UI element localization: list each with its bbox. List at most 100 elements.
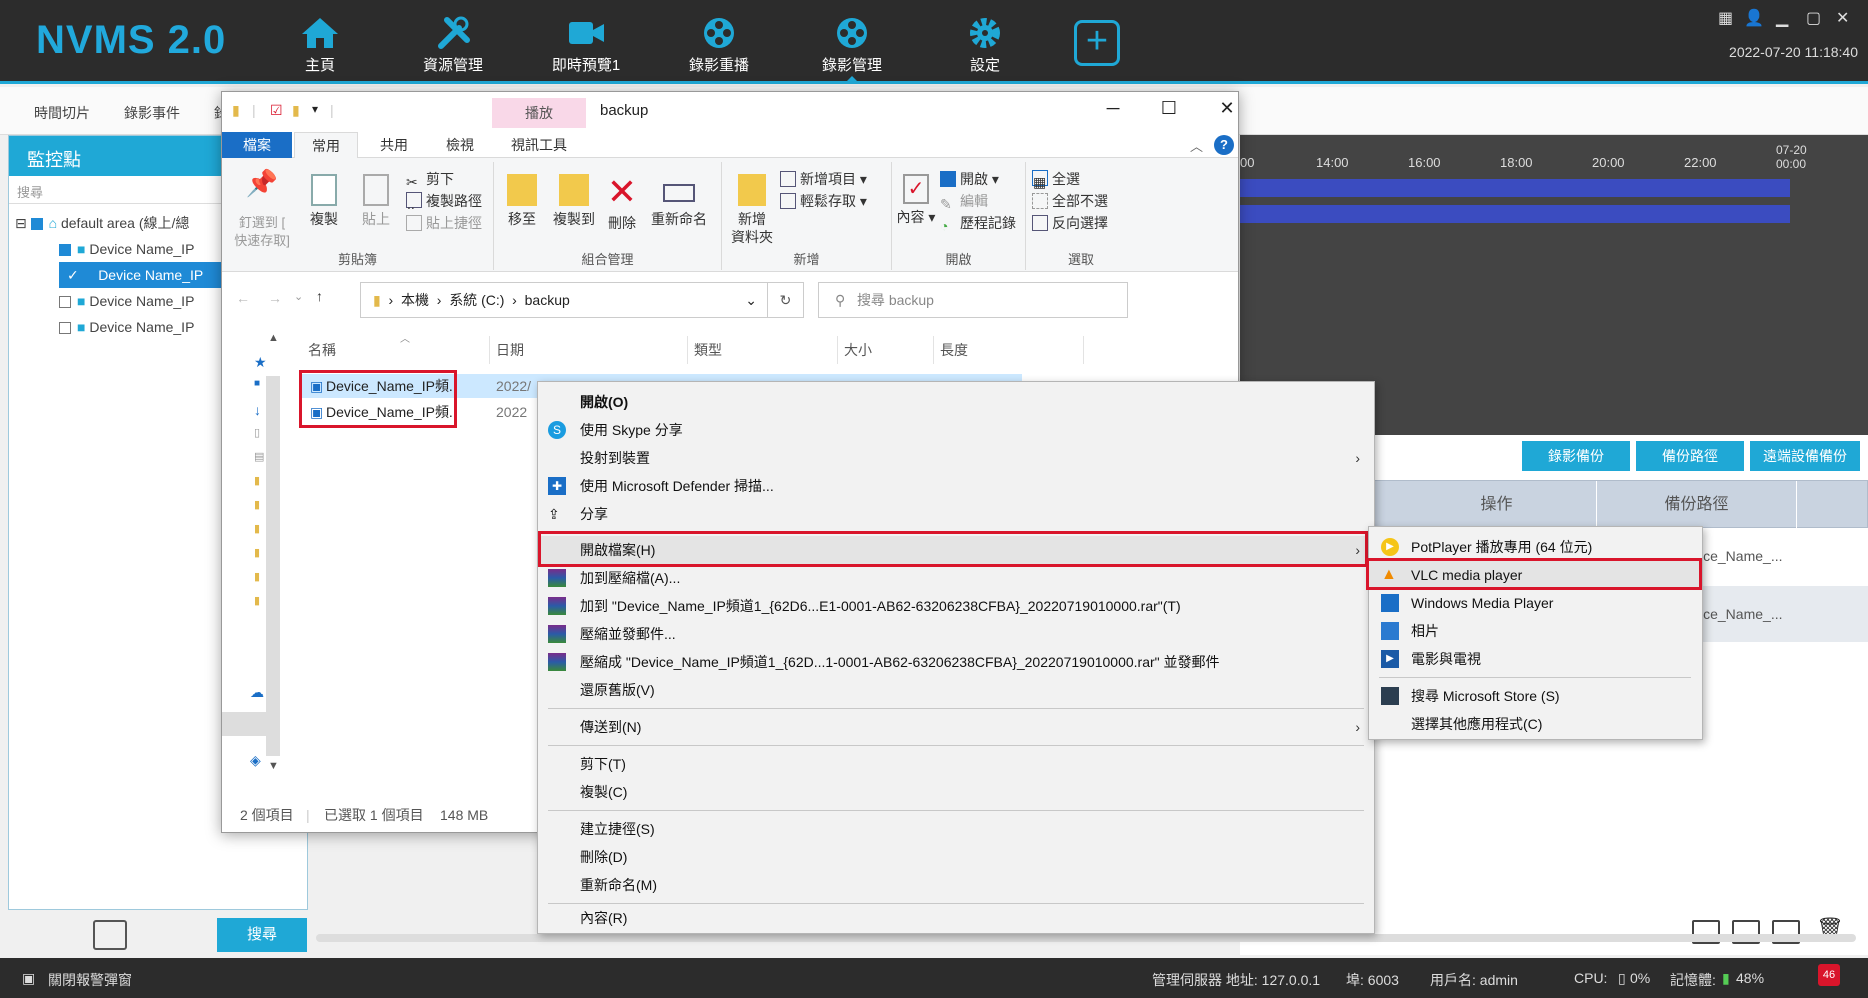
menu-add-to-rar[interactable]: 加到 "Device_Name_IP頻道1_{62D6...E1-0001-AB… [538,592,1374,620]
area-checkbox[interactable] [30,218,43,231]
history-button[interactable]: ◔ 歷程記錄 [940,212,1016,234]
move-to-button[interactable]: 移至 [500,170,544,228]
nav-scrollbar[interactable] [266,376,280,756]
tab-share[interactable]: 共用 [362,132,426,158]
device-checkbox[interactable] [59,244,71,257]
onedrive-icon[interactable]: ☁ [250,684,264,701]
forward-arrow-icon[interactable]: → [268,290,282,306]
invert-selection-button[interactable]: 反向選擇 [1032,212,1108,234]
desktop-icon[interactable]: ■ [254,378,260,389]
record-backup-button[interactable]: 錄影備份 [1522,441,1630,471]
submenu-photos[interactable]: 相片 [1369,617,1702,645]
search-input[interactable]: ⚲ 搜尋 backup [818,282,1128,318]
device-checkbox[interactable] [59,296,71,309]
navigation-pane[interactable]: ★ ■ ↓ ▯ ▤ ▮ ▮ ▮ ▮ ▮ ▮ ☁ ◈ ▲ ▼ [222,332,292,800]
remote-backup-button[interactable]: 遠端設備備份 [1750,441,1860,471]
menu-copy[interactable]: 複製(C) [538,778,1374,806]
tab-view[interactable]: 檢視 [428,132,492,158]
menu-cut[interactable]: 剪下(T) [538,750,1374,778]
easy-access-button[interactable]: 輕鬆存取 ▾ [780,190,867,212]
maximize-icon[interactable]: ▢ [1806,8,1821,28]
breadcrumb-backup[interactable]: backup [525,292,570,308]
folder-icon[interactable]: ▮ [254,474,260,487]
cut-button[interactable]: ✂ 剪下 [406,168,454,190]
alarm-popup-icon[interactable]: ▣ [22,970,35,987]
tab-video-tools[interactable]: 視訊工具 [492,132,586,158]
pin-quick-access-button[interactable]: 📌 釘選到 [ 快速存取] [230,170,294,250]
edit-button[interactable]: ✎ 編輯 [940,190,988,212]
pictures-icon[interactable]: ▤ [254,450,264,463]
nav-resources[interactable]: 資源管理 [393,12,513,74]
user-icon[interactable]: 👤 [1744,8,1764,28]
menu-compress-to-rar-email[interactable]: 壓縮成 "Device_Name_IP頻道1_{62D...1-0001-AB6… [538,648,1374,676]
menu-open[interactable]: 開啟(O) [538,388,1374,416]
up-arrow-icon[interactable]: ↑ [316,288,323,304]
folder-icon[interactable]: ▮ [254,522,260,535]
subtab-time-slice[interactable]: 時間切片 [34,103,90,123]
copy-to-button[interactable]: 複製到 [548,170,600,228]
new-folder-button[interactable]: 新增 資料夾 [728,170,776,246]
tab-home[interactable]: 常用 [294,132,358,158]
menu-send-to[interactable]: 傳送到(N) › [538,713,1374,741]
add-tab-button[interactable]: + [1074,20,1120,66]
minimize-icon[interactable]: ─ [1090,98,1136,126]
nav-live-view[interactable]: 即時預覽1 [526,12,646,74]
maximize-icon[interactable]: ☐ [1146,98,1192,126]
device-checkbox[interactable] [59,322,71,335]
explorer-titlebar[interactable]: ▮ | ☑ ▮ ▾ | 播放 backup ─ ☐ ✕ [222,92,1238,132]
subtab-record-events[interactable]: 錄影事件 [124,103,180,123]
menu-add-archive[interactable]: 加到壓縮檔(A)... [538,564,1374,592]
submenu-movies-tv[interactable]: ▶ 電影與電視 [1369,645,1702,673]
menu-cast[interactable]: 投射到裝置 › [538,444,1374,472]
refresh-icon[interactable]: ↻ [768,282,804,318]
col-date[interactable]: 日期 [490,336,688,364]
export-icon[interactable] [93,920,127,950]
nav-record-management[interactable]: 錄影管理 [792,12,912,84]
customize-qat-icon[interactable]: ▾ [312,102,318,116]
back-arrow-icon[interactable]: ← [236,290,250,306]
open-button[interactable]: 開啟 ▾ [940,168,999,190]
folder-icon[interactable]: ▮ [254,498,260,511]
new-item-button[interactable]: 新增項目 ▾ [780,168,867,190]
delete-button[interactable]: ✕ 刪除 [602,170,642,232]
menu-defender-scan[interactable]: ✚ 使用 Microsoft Defender 掃描... [538,472,1374,500]
menu-share[interactable]: ⇪ 分享 [538,500,1374,528]
submenu-ms-store[interactable]: 搜尋 Microsoft Store (S) [1369,682,1702,710]
folder-icon[interactable]: ▮ [254,570,260,583]
properties-button[interactable]: ✓ 內容 ▾ [896,170,936,226]
scroll-down-icon[interactable]: ▼ [268,760,279,772]
folder-icon[interactable]: ▮ [254,546,260,559]
select-all-button[interactable]: ▦ 全選 [1032,168,1080,190]
horizontal-scrollbar[interactable] [316,934,1856,942]
downloads-icon[interactable]: ↓ [254,402,261,418]
chevron-down-icon[interactable]: ⌄ [745,283,757,317]
documents-icon[interactable]: ▯ [254,426,260,439]
breadcrumb-this-pc[interactable]: 本機 [401,292,429,308]
col-name[interactable]: 名稱 [302,336,490,364]
menu-restore-versions[interactable]: 還原舊版(V) [538,676,1374,704]
submenu-choose-app[interactable]: 選擇其他應用程式(C) [1369,710,1702,738]
new-folder-quick-icon[interactable]: ▮ [292,102,300,119]
copy-path-button[interactable]: .. 複製路徑 [406,190,482,212]
menu-skype-share[interactable]: S 使用 Skype 分享 [538,416,1374,444]
select-none-button[interactable]: 全部不選 [1032,190,1108,212]
breadcrumb-drive-c[interactable]: 系統 (C:) [449,292,504,308]
tab-file[interactable]: 檔案 [222,132,292,158]
network-icon[interactable]: ◈ [250,752,261,769]
properties-quick-icon[interactable]: ☑ [270,102,283,119]
col-length[interactable]: 長度 [934,336,1084,364]
col-size[interactable]: 大小 [838,336,934,364]
paste-button[interactable]: 貼上 [354,170,398,228]
menu-compress-email[interactable]: 壓縮並發郵件... [538,620,1374,648]
collapse-ribbon-icon[interactable]: ︿ [1190,136,1203,155]
help-icon[interactable]: ? [1214,135,1234,155]
search-button[interactable]: 搜尋 [217,918,307,952]
address-bar[interactable]: ▮ › 本機 › 系統 (C:) › backup ⌄ [360,282,768,318]
record-bar[interactable] [1240,179,1790,197]
paste-shortcut-button[interactable]: 貼上捷徑 [406,212,482,234]
alarm-popup-toggle[interactable]: 關閉報警彈窗 [48,970,132,990]
grid-view-icon[interactable]: ▦ [1718,8,1733,28]
close-icon[interactable]: ✕ [1204,98,1250,126]
rename-button[interactable]: 重新命名 [644,170,714,228]
backup-path-button[interactable]: 備份路徑 [1636,441,1744,471]
